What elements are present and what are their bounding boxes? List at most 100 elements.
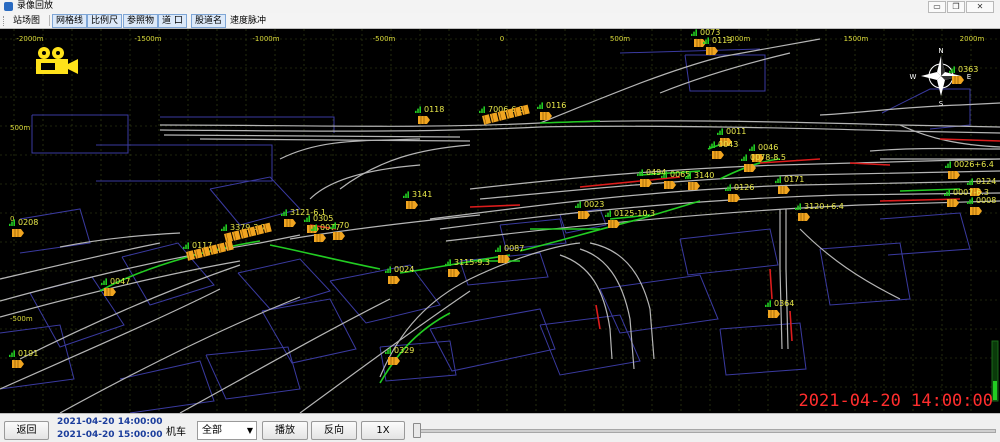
toolbar-track-name-button[interactable]: 股道名 [191,14,227,28]
vehicle-marker[interactable]: 0024 [385,265,414,284]
chevron-down-icon: ▼ [246,426,253,435]
vehicle-label: 0171 [784,175,804,184]
maximize-button[interactable]: ❐ [947,1,965,13]
tracks-green [99,120,961,384]
timeline-track[interactable] [416,429,996,433]
compass-south-label: S [939,100,944,108]
toolbar: 站场图 网格线 比例尺 参照物 道 口 股道名 速度脉冲 [0,13,1000,29]
speed-button[interactable]: 1X [361,421,405,440]
vehicle-label: 0208 [18,218,38,227]
scale-label-top: -500m [373,35,396,43]
locomotive-icon [712,151,724,159]
station-map[interactable]: N S W E -2000m -1500m -1000m -500m 0 500m 1000… [0,29,1000,413]
locomotive-icon [952,76,964,84]
app-icon [4,2,13,11]
vehicle-label: 70 [339,221,349,230]
vehicle-label: 0191 [18,349,38,358]
end-time: 2021-04-20 15:00:00 [57,430,163,440]
vehicle-label: 0125-10.3 [614,209,655,218]
vehicle-label: 0329 [394,346,414,355]
vehicle-marker[interactable]: 0329 [385,346,414,365]
window-title: 录像回放 [17,1,54,11]
vehicle-marker[interactable]: 3141 [403,190,432,209]
vehicle-label: 0124 [976,177,996,186]
loco-select-value: 全部 [202,425,222,436]
toolbar-reference-button[interactable]: 参照物 [123,14,159,28]
loco-select[interactable]: 全部 ▼ [197,421,257,440]
compass-north-label: N [938,47,943,55]
vehicle-label: 0023 [584,200,604,209]
vehicle-marker[interactable]: 3115-9.3 [445,258,490,277]
locomotive-icon [706,47,718,55]
vehicle-marker[interactable]: 0117 [183,240,234,261]
locomotive-icon [608,220,620,228]
playback-controls: 返回 2021-04-20 14:00:00 2021-04-20 15:00:… [0,413,1000,442]
vehicle-label: 0026+6.4 [954,160,994,169]
vehicle-marker[interactable]: 0208 [9,218,38,237]
toolbar-speed-pulse-button[interactable]: 速度脉冲 [226,14,270,28]
scale-label-top: -2000m [16,35,43,43]
vehicle-label: 0047 [110,277,130,286]
vehicle-marker[interactable]: 0113 [703,36,732,55]
compass-west-label: W [910,73,917,81]
locomotive-icon [947,199,959,207]
vehicle-marker[interactable]: 0116 [537,101,566,120]
timeline-thumb[interactable] [413,423,421,438]
locomotive-icon [768,310,780,318]
vehicle-label: 3115-9.3 [454,258,490,267]
compass-east-label: E [967,73,971,81]
reverse-button[interactable]: 反向 [311,421,357,440]
toolbar-scale-button[interactable]: 比例尺 [87,14,123,28]
vehicle-markers: 0118 7006-6.3 011600730113036300110043 0046… [9,29,996,368]
vehicle-label: 3141 [412,190,432,199]
vehicle-marker[interactable]: 0043 [709,140,738,159]
start-time: 2021-04-20 14:00:00 [57,417,163,427]
locomotive-icon [104,288,116,296]
vehicle-label: 3140 [694,171,714,180]
building-outlines [0,48,971,413]
vehicle-label: 0087 [504,244,524,253]
vehicle-label: 0011 [726,127,746,136]
minimize-button[interactable]: ▭ [928,1,946,13]
vehicle-label: 0046 [758,143,778,152]
vehicle-marker[interactable]: 0008 [967,196,996,215]
vehicle-marker[interactable]: 0087 [495,244,524,263]
toolbar-grid-button[interactable]: 网格线 [52,14,88,28]
locomotive-icon [333,232,345,240]
vehicle-label: 0113 [712,36,732,45]
vehicle-marker[interactable]: 7006-6.3 [479,104,530,125]
locomotive-icon [798,213,810,221]
vehicle-label: 0078-8.5 [750,153,786,162]
play-button[interactable]: 播放 [262,421,308,440]
locomotive-icon [12,360,24,368]
locomotive-icon [388,276,400,284]
map-canvas[interactable]: N S W E -2000m -1500m -1000m -500m 0 500m 1000… [0,29,1000,413]
vehicle-marker[interactable]: 0065 [661,170,690,189]
vehicle-label: 3120+6.4 [804,202,844,211]
locomotive-icon [406,201,418,209]
scale-label-top: 500m [610,35,630,43]
vehicle-marker[interactable]: 0047 [101,277,130,296]
vehicle-marker[interactable]: 0191 [9,349,38,368]
toolbar-station-diagram-button[interactable]: 站场图 [9,14,44,28]
scale-label-top: -1000m [252,35,279,43]
scale-label-top: 0 [500,35,504,43]
locomotive-icon [448,269,460,277]
vehicle-label: 0118 [424,105,444,114]
scale-label-left: -500m [10,315,33,323]
toolbar-crossing-button[interactable]: 道 口 [158,14,187,28]
back-button[interactable]: 返回 [4,421,49,440]
vehicle-marker[interactable]: 3379-3.7 [221,222,272,243]
toolbar-separator [49,15,50,26]
scale-labels: -2000m -1500m -1000m -500m 0 500m 1000m 1500m 20… [10,35,984,323]
scale-label-top: 1500m [844,35,869,43]
vehicle-label: 0024 [394,265,414,274]
scale-label-left: 500m [10,124,30,132]
scale-label-top: -1500m [134,35,161,43]
vehicle-marker[interactable]: 0118 [415,105,444,124]
locomotive-icon [688,182,700,190]
vehicle-marker[interactable]: 3120+6.4 [795,202,844,221]
toolbar-grip [3,16,6,26]
vehicle-label: 0305 [313,214,333,223]
close-button[interactable]: ✕ [966,1,994,13]
